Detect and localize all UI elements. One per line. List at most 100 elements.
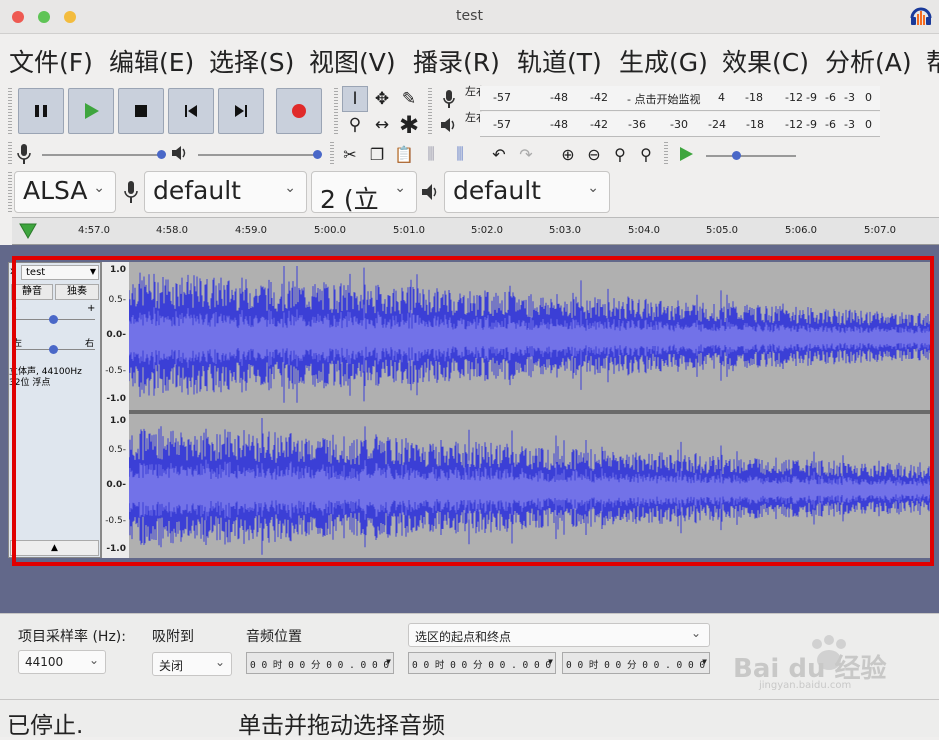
recording-volume-slider[interactable] bbox=[42, 154, 162, 156]
redo-icon: ↷ bbox=[519, 144, 533, 164]
menu-file[interactable]: 文件(F) bbox=[9, 43, 93, 79]
recording-device-select[interactable]: default ⌄ bbox=[144, 171, 307, 213]
slider-thumb[interactable] bbox=[313, 150, 322, 159]
skip-end-icon bbox=[235, 105, 247, 117]
play-at-speed-button[interactable] bbox=[673, 141, 699, 167]
recording-device-value: default bbox=[153, 176, 241, 205]
play-icon bbox=[680, 147, 693, 161]
menu-generate[interactable]: 生成(G) bbox=[619, 43, 708, 79]
silence-button[interactable]: ⫼ bbox=[447, 141, 473, 167]
copy-button[interactable]: ❐ bbox=[364, 141, 390, 167]
selection-tool-button[interactable]: I bbox=[342, 86, 368, 112]
toolbar-grip[interactable] bbox=[664, 142, 668, 166]
play-meter-lr: 左右 bbox=[465, 111, 487, 124]
play-head-icon[interactable] bbox=[18, 222, 38, 240]
menu-help[interactable]: 帮 bbox=[926, 43, 939, 79]
scissors-icon: ✂ bbox=[343, 144, 357, 164]
record-button[interactable] bbox=[276, 88, 322, 134]
title-bar: test bbox=[0, 0, 939, 34]
audio-host-value: ALSA bbox=[23, 176, 88, 205]
menu-select[interactable]: 选择(S) bbox=[209, 43, 294, 79]
timeline-tick: 5:03.0 bbox=[549, 225, 581, 236]
project-rate-select[interactable]: 44100 ⌄ bbox=[18, 650, 106, 674]
menu-analyze[interactable]: 分析(A) bbox=[825, 43, 912, 79]
chevron-down-icon: ⌄ bbox=[690, 626, 701, 640]
menu-effect[interactable]: 效果(C) bbox=[722, 43, 809, 79]
meter-tick: -6 bbox=[825, 91, 836, 104]
chevron-down-icon: ⌄ bbox=[394, 180, 406, 196]
snap-to-select[interactable]: 关闭 ⌄ bbox=[152, 652, 232, 676]
pause-button[interactable] bbox=[18, 88, 64, 134]
selection-mode-value: 选区的起点和终点 bbox=[415, 630, 512, 644]
menu-edit[interactable]: 编辑(E) bbox=[109, 43, 194, 79]
skip-to-start-button[interactable] bbox=[168, 88, 214, 134]
watermark-url: jingyan.baidu.com bbox=[759, 680, 852, 691]
meter-tick: -9 bbox=[806, 91, 817, 104]
playback-device-select[interactable]: default ⌄ bbox=[444, 171, 610, 213]
play-meter-button[interactable] bbox=[436, 112, 462, 138]
playback-volume-slider[interactable] bbox=[198, 154, 318, 156]
audio-position-field[interactable]: 0 0 时 0 0 分 0 0 . 0 0 0 秒 ▼ bbox=[246, 652, 394, 674]
toolbar-grip[interactable] bbox=[8, 172, 12, 212]
time-shift-tool-button[interactable]: ↔ bbox=[369, 112, 395, 138]
fit-project-button[interactable]: ⚲ bbox=[633, 141, 659, 167]
timeline-ruler[interactable]: 4:57.0 4:58.0 4:59.0 5:00.0 5:01.0 5:02.… bbox=[12, 217, 939, 245]
zoom-in-button[interactable]: ⊕ bbox=[555, 141, 581, 167]
menu-view[interactable]: 视图(V) bbox=[309, 43, 396, 79]
project-rate-label: 项目采样率 (Hz): bbox=[18, 629, 126, 645]
paste-button[interactable]: 📋 bbox=[391, 141, 417, 167]
meter-tick: -57 bbox=[493, 118, 511, 131]
status-state: 已停止. bbox=[7, 713, 84, 739]
multi-tool-button[interactable]: ✱ bbox=[396, 111, 422, 139]
speaker-icon bbox=[441, 118, 455, 132]
zoom-in-icon: ⊕ bbox=[561, 144, 575, 164]
speaker-icon bbox=[172, 146, 186, 160]
fit-project-icon: ⚲ bbox=[640, 144, 652, 164]
timeline-tick: 4:59.0 bbox=[235, 225, 267, 236]
skip-to-end-button[interactable] bbox=[218, 88, 264, 134]
play-icon bbox=[85, 103, 99, 119]
redo-button[interactable]: ↷ bbox=[513, 141, 539, 167]
record-level-meter[interactable]: -57 -48 -42 - 点击开始监视 4 -18 -12 -9 -6 -3 … bbox=[480, 86, 880, 111]
slider-thumb[interactable] bbox=[157, 150, 166, 159]
meter-tick: -42 bbox=[590, 91, 608, 104]
recording-channels-select[interactable]: 2 (立 ⌄ bbox=[311, 171, 417, 213]
zoom-out-button[interactable]: ⊖ bbox=[581, 141, 607, 167]
skip-start-icon bbox=[185, 105, 197, 117]
record-icon bbox=[292, 104, 306, 118]
fit-selection-button[interactable]: ⚲ bbox=[607, 141, 633, 167]
play-button[interactable] bbox=[68, 88, 114, 134]
toolbar-grip[interactable] bbox=[334, 88, 338, 134]
meter-tick: -12 bbox=[785, 91, 803, 104]
toolbar-grip[interactable] bbox=[8, 142, 12, 166]
zoom-tool-button[interactable]: ⚲ bbox=[342, 112, 368, 138]
menu-transport[interactable]: 播录(R) bbox=[413, 43, 500, 79]
dropdown-arrow-icon: ▼ bbox=[548, 657, 553, 666]
draw-tool-button[interactable]: ✎ bbox=[396, 86, 422, 112]
snap-to-label: 吸附到 bbox=[152, 629, 194, 645]
menu-tracks[interactable]: 轨道(T) bbox=[517, 43, 602, 79]
selection-end-field[interactable]: 0 0 时 0 0 分 0 0 . 0 0 0 秒 ▼ bbox=[562, 652, 710, 674]
envelope-icon: ✥ bbox=[374, 89, 390, 109]
selection-start-field[interactable]: 0 0 时 0 0 分 0 0 . 0 0 0 秒 ▼ bbox=[408, 652, 556, 674]
envelope-tool-button[interactable]: ✥ bbox=[369, 86, 395, 112]
timeline-tick: 4:57.0 bbox=[78, 225, 110, 236]
play-speed-slider[interactable] bbox=[706, 155, 796, 157]
trim-button[interactable]: ⫼ bbox=[418, 141, 444, 167]
undo-button[interactable]: ↶ bbox=[486, 141, 512, 167]
stop-button[interactable] bbox=[118, 88, 164, 134]
project-rate-value: 44100 bbox=[25, 655, 64, 669]
audio-host-select[interactable]: ALSA ⌄ bbox=[14, 171, 116, 213]
cut-button[interactable]: ✂ bbox=[337, 141, 363, 167]
toolbar-grip[interactable] bbox=[330, 142, 334, 166]
toolbar-grip[interactable] bbox=[8, 88, 12, 134]
meter-tick: -48 bbox=[550, 118, 568, 131]
pencil-icon: ✎ bbox=[401, 89, 417, 109]
record-meter-button[interactable] bbox=[436, 86, 462, 112]
toolbar-grip[interactable] bbox=[428, 88, 432, 134]
play-level-meter[interactable]: -57 -48 -42 -36 -30 -24 -18 -12 -9 -6 -3… bbox=[480, 112, 880, 137]
selection-mode-select[interactable]: 选区的起点和终点 ⌄ bbox=[408, 623, 710, 647]
pause-icon bbox=[35, 105, 47, 117]
copy-icon: ❐ bbox=[369, 144, 385, 164]
slider-thumb[interactable] bbox=[732, 151, 741, 160]
